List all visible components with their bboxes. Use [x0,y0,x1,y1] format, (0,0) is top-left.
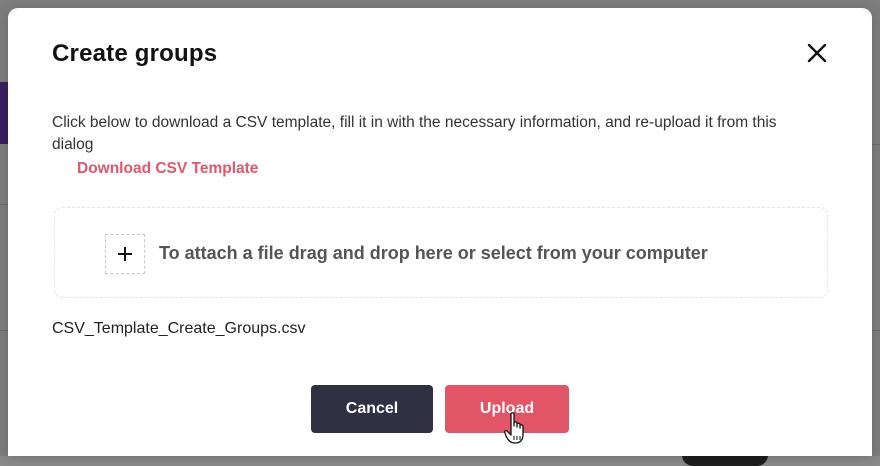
background-divider [0,330,8,331]
add-file-button[interactable] [105,234,145,274]
background-divider [0,204,8,205]
background-divider [872,144,880,145]
dropzone-instructions: To attach a file drag and drop here or s… [159,243,708,263]
close-button[interactable] [802,38,832,68]
background-sidebar-accent [0,82,8,144]
download-csv-template-link[interactable]: Download CSV Template [77,160,258,178]
dialog-description: Click below to download a CSV template, … [52,114,777,153]
plus-icon [118,247,132,261]
dialog-title: Create groups [52,40,218,67]
create-groups-dialog: Create groups Click below to download a … [8,8,872,456]
background-divider [872,330,880,331]
close-icon [807,43,827,63]
upload-button[interactable]: Upload [445,385,569,433]
file-dropzone[interactable]: To attach a file drag and drop here or s… [54,207,828,298]
cancel-button[interactable]: Cancel [311,385,433,433]
selected-file-name: CSV_Template_Create_Groups.csv [52,320,306,337]
